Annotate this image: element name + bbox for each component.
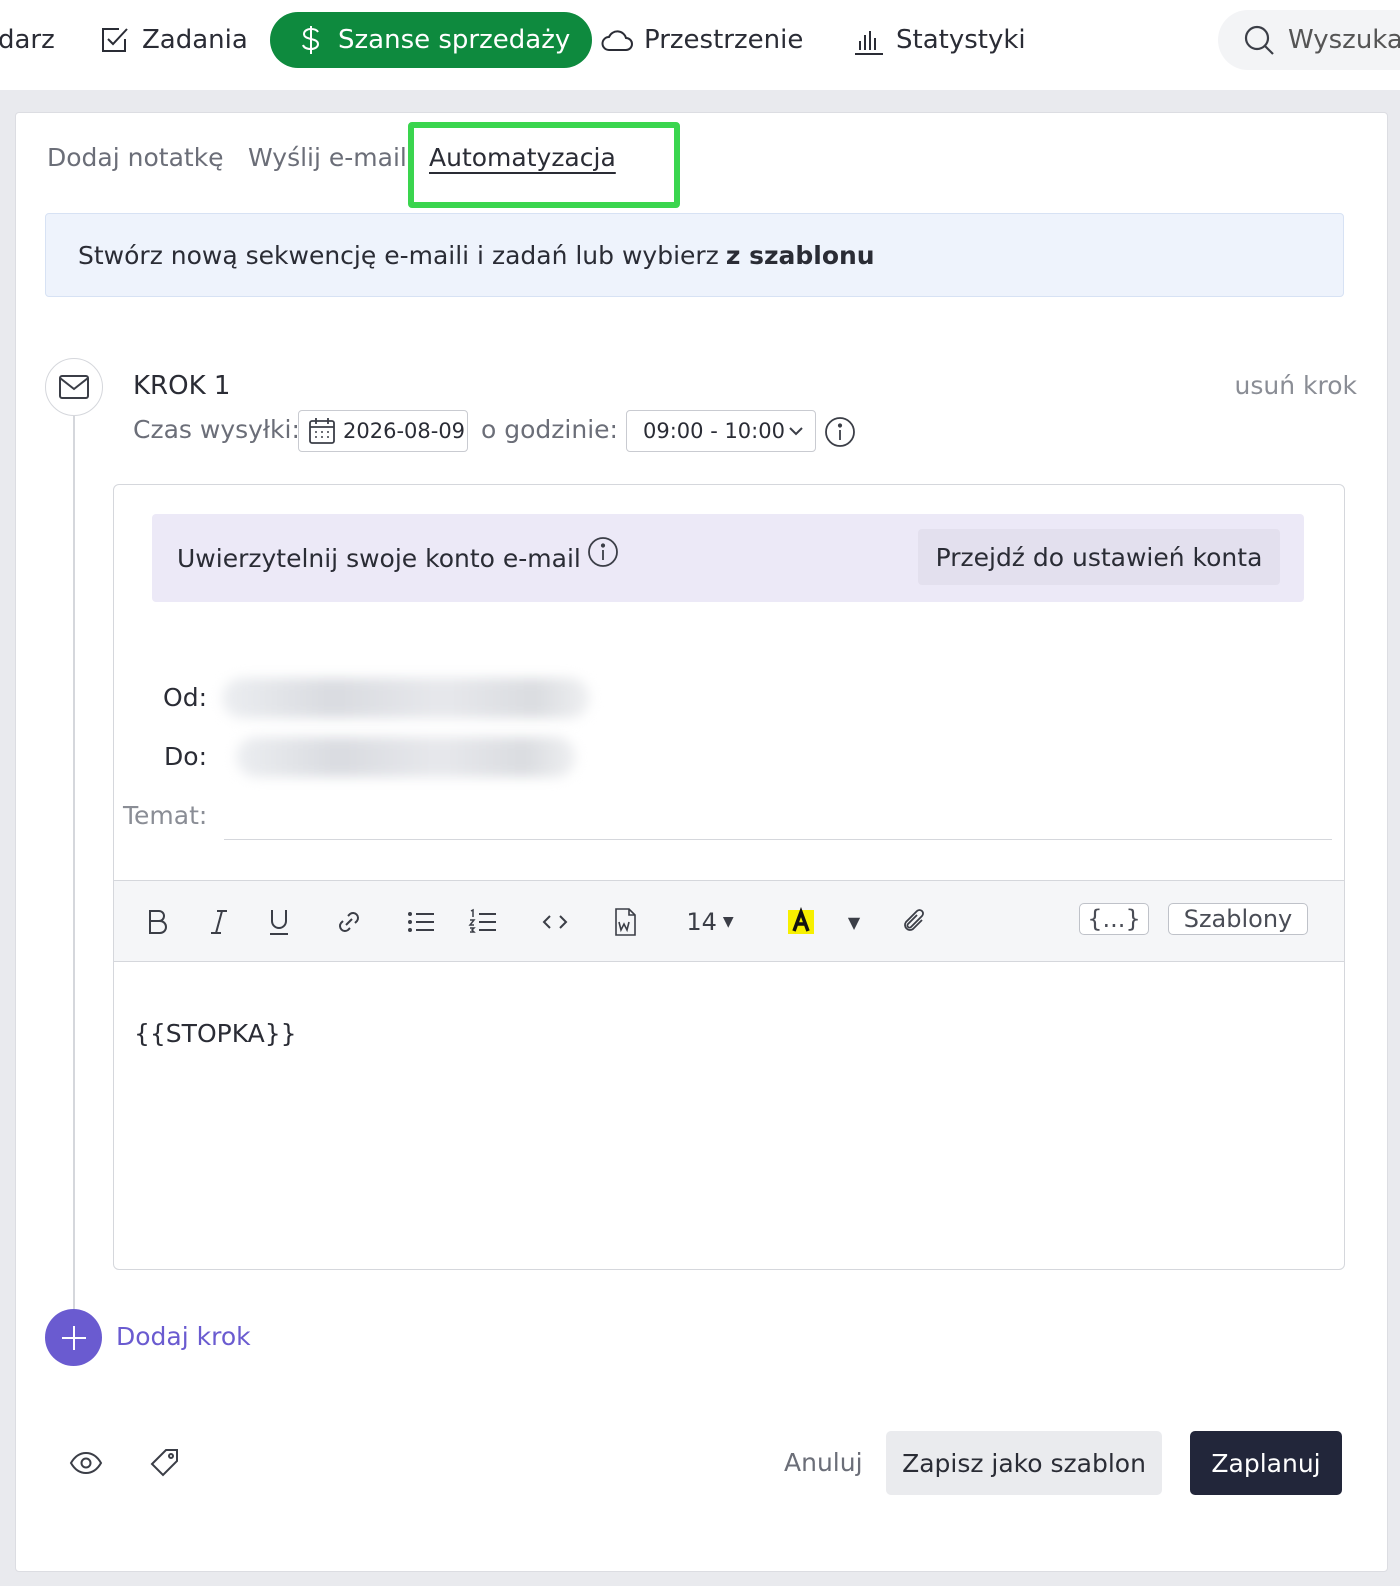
nav-item-spaces[interactable]: Przestrzenie (600, 12, 803, 68)
envelope-icon (59, 375, 89, 399)
subject-label: Temat: (123, 801, 208, 830)
bullet-list-button[interactable] (404, 903, 438, 941)
underline-button[interactable] (262, 903, 296, 941)
step-title: KROK 1 (133, 371, 231, 401)
nav-item-label: Statystyki (896, 25, 1026, 55)
numbered-list-button[interactable] (466, 903, 500, 941)
timeline-line (73, 416, 75, 1311)
text-highlight-icon (788, 907, 814, 934)
nav-item-calendar[interactable]: darz (0, 12, 55, 68)
send-date-field[interactable]: 2026-08-09 (298, 410, 468, 452)
editor-toolbar: 14 ▼ ▼ {...} Szablony (114, 880, 1344, 962)
to-label: Do: (164, 742, 207, 771)
to-value-redacted[interactable] (236, 737, 576, 777)
highlight-color-dropdown[interactable]: ▼ (842, 903, 866, 941)
step-type-circle (45, 358, 103, 416)
italic-icon (211, 910, 227, 934)
email-editor-card: Uwierzytelnij swoje konto e-mail Przejdź… (113, 484, 1345, 1270)
link-icon (339, 912, 359, 932)
nav-item-label: darz (0, 25, 55, 55)
search-box[interactable]: Wyszukaj (1218, 10, 1400, 70)
word-import-button[interactable] (608, 903, 642, 941)
nav-item-label: Przestrzenie (644, 25, 804, 55)
add-step-button[interactable] (45, 1309, 102, 1366)
tab-automation[interactable]: Automatyzacja (429, 143, 616, 172)
auth-message-text: Uwierzytelnij swoje konto e-mail (177, 544, 581, 573)
link-button[interactable] (332, 903, 366, 941)
nav-item-statistics[interactable]: Statystyki (852, 12, 1026, 68)
tag-icon[interactable] (147, 1445, 183, 1481)
from-value-redacted[interactable] (222, 678, 590, 718)
tab-add-note[interactable]: Dodaj notatkę (47, 143, 224, 172)
auth-message: Uwierzytelnij swoje konto e-mail (177, 537, 619, 573)
highlight-color-button[interactable] (784, 903, 818, 941)
code-button[interactable] (538, 903, 572, 941)
top-navigation: darz Zadania Szanse sprzedaży Przestrzen… (0, 0, 1400, 90)
from-label: Od: (163, 683, 207, 712)
from-template-link[interactable]: z szablonu (726, 241, 875, 270)
nav-item-sales-opportunities[interactable]: Szanse sprzedaży (270, 12, 593, 68)
automation-panel: Dodaj notatkę Wyślij e-mail Automatyzacj… (15, 112, 1388, 1572)
bold-icon (149, 910, 167, 934)
code-icon (542, 915, 568, 929)
schedule-button[interactable]: Zaplanuj (1190, 1431, 1342, 1495)
banner-text: Stwórz nową sekwencję e-maili i zadań lu… (78, 240, 719, 270)
bullet-list-icon (408, 912, 434, 932)
tab-send-email[interactable]: Wyślij e-mail (248, 143, 407, 172)
nav-item-label: Szanse sprzedaży (338, 25, 571, 55)
font-size-dropdown[interactable]: 14 ▼ (680, 903, 740, 941)
bold-button[interactable] (140, 903, 174, 941)
send-time-label: Czas wysyłki: (133, 415, 300, 444)
caret-down-icon: ▼ (847, 912, 861, 932)
subject-input[interactable] (224, 839, 1332, 840)
time-range-value: 09:00 - 10:00 (643, 419, 785, 443)
remove-step-link[interactable]: usuń krok (1235, 371, 1358, 400)
search-placeholder: Wyszukaj (1288, 25, 1400, 55)
numbered-list-icon (468, 908, 496, 933)
time-range-select[interactable]: 09:00 - 10:00 (626, 410, 816, 452)
add-step-label[interactable]: Dodaj krok (116, 1322, 251, 1351)
templates-button[interactable]: Szablony (1168, 903, 1308, 935)
search-icon (1244, 25, 1274, 55)
checkbox-icon (102, 28, 128, 52)
info-icon[interactable] (824, 416, 856, 448)
calendar-icon (309, 418, 335, 444)
auth-banner: Uwierzytelnij swoje konto e-mail Przejdź… (152, 514, 1304, 602)
template-banner: Stwórz nową sekwencję e-maili i zadań lu… (45, 213, 1344, 297)
chevron-down-icon (789, 427, 803, 436)
nav-item-tasks[interactable]: Zadania (98, 12, 248, 68)
attachment-button[interactable] (898, 903, 932, 941)
font-size-value: 14 (686, 908, 717, 936)
paperclip-icon (904, 909, 924, 931)
bar-chart-icon (855, 31, 883, 55)
underline-icon (270, 910, 288, 935)
email-body-editor[interactable]: {{STOPKA}} (134, 1019, 297, 1048)
eye-icon[interactable] (68, 1445, 104, 1481)
send-date-value: 2026-08-09 (343, 419, 466, 443)
italic-button[interactable] (202, 903, 236, 941)
dollar-icon (302, 26, 320, 54)
nav-item-label: Zadania (142, 25, 248, 55)
account-settings-button[interactable]: Przejdź do ustawień konta (918, 529, 1280, 585)
variables-button[interactable]: {...} (1079, 903, 1149, 935)
caret-down-icon: ▼ (722, 914, 734, 930)
cloud-icon (601, 30, 633, 51)
info-icon[interactable] (587, 536, 619, 568)
cancel-button[interactable]: Anuluj (784, 1448, 863, 1477)
plus-icon (61, 1325, 86, 1350)
word-document-icon (615, 908, 636, 936)
hour-label: o godzinie: (481, 415, 618, 444)
save-as-template-button[interactable]: Zapisz jako szablon (886, 1431, 1162, 1495)
